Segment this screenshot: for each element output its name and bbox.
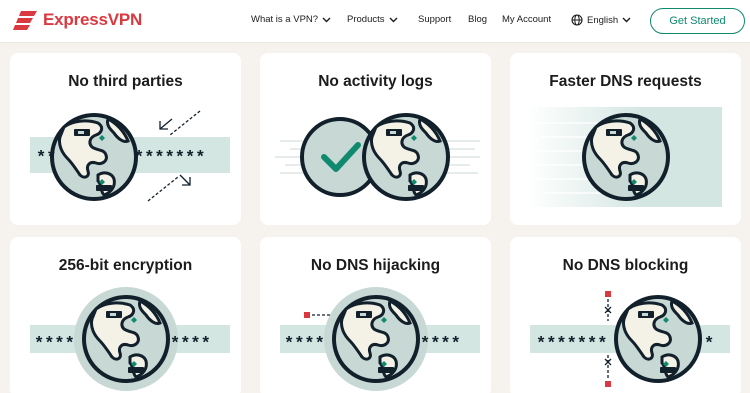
left-stars: ******* [536,335,607,354]
left-stars: ** [36,149,56,168]
no-third-parties-illustration: ** ******* [30,110,230,202]
card-title: No third parties [68,73,183,90]
nav-item-label: Blog [468,14,488,25]
nav-my-account[interactable]: My Account [502,14,551,25]
get-started-button[interactable]: Get Started [650,8,745,34]
nav-blog[interactable]: Blog [468,14,487,25]
nav-item-label: What is a VPN? [251,14,319,25]
x-mark-icon [604,306,612,314]
expressvpn-logo-icon [13,11,37,30]
chevron-down-icon [322,17,331,22]
card-title: No DNS hijacking [310,257,441,274]
nav-products[interactable]: Products [347,14,398,25]
nav-item-label: My Account [502,14,552,25]
encryption-illustration: **** **** [30,287,230,391]
arrow-icon [147,174,191,202]
language-label: English [587,14,619,26]
chevron-down-icon [389,17,397,22]
card-title: 256-bit encryption [58,257,193,274]
no-activity-logs-illustration [275,113,480,201]
feature-card-faster-dns: Faster DNS requests [510,53,741,225]
feature-card-no-third-parties: No third parties ** ******* [10,53,241,225]
right-stars: ******* [134,149,205,168]
card-title: No activity logs [318,73,433,90]
nav-what-is-vpn[interactable]: What is a VPN? [251,14,331,25]
arrow-icon [159,110,201,136]
globe-icon [571,14,583,26]
card-title: No DNS blocking [562,257,689,274]
feature-card-no-dns-hijacking: No DNS hijacking **** **** [260,237,491,393]
feature-card-no-activity-logs: No activity logs [260,53,491,225]
dns-blocking-illustration: ******* * [530,291,730,387]
left-stars: **** [34,335,75,354]
right-stars: * [704,335,714,354]
nav-item-label: Support [418,14,452,25]
faster-dns-illustration [528,107,722,207]
brand-logo[interactable]: ExpressVPN [13,8,142,32]
x-mark-icon [604,358,612,366]
top-navigation: ExpressVPN What is a VPN? Products Suppo… [0,0,750,43]
card-title: Faster DNS requests [549,73,702,90]
brand-name: ExpressVPN [43,10,143,29]
right-stars: **** [420,335,461,354]
feature-card-no-dns-blocking: No DNS blocking ******* * [510,237,741,393]
dns-hijacking-illustration: **** **** [280,287,480,391]
language-selector[interactable]: English [571,14,631,26]
left-stars: **** [284,335,325,354]
nav-support[interactable]: Support [418,14,451,25]
chevron-down-icon [622,17,631,23]
nav-item-label: Products [347,14,385,25]
right-stars: **** [170,335,211,354]
feature-card-256-bit-encryption: 256-bit encryption **** **** [10,237,241,393]
